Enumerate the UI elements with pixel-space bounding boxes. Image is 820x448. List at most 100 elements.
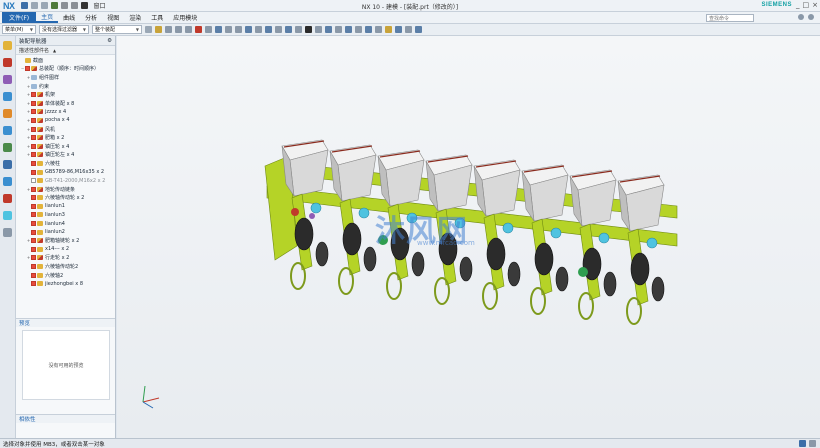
visibility-checkbox[interactable] — [31, 203, 36, 209]
tab-view[interactable]: 视图 — [102, 12, 124, 23]
visibility-checkbox[interactable] — [31, 143, 36, 149]
snap-bounded-icon[interactable] — [265, 26, 272, 33]
gauge-wheel[interactable] — [578, 292, 594, 320]
clip-section-icon[interactable] — [415, 26, 422, 33]
gauge-wheel[interactable] — [530, 287, 546, 315]
tree-node[interactable]: GB-T41-2000,M16x2 x 2 — [16, 176, 115, 185]
cut-icon[interactable] — [50, 2, 58, 9]
visibility-checkbox[interactable] — [31, 100, 36, 106]
visibility-checkbox[interactable] — [31, 117, 36, 123]
tree-node[interactable]: + 单体装配 x 8 — [16, 99, 115, 108]
triad-x-axis[interactable] — [142, 397, 160, 403]
orient-view-icon[interactable] — [355, 26, 362, 33]
selection-scope-dropdown[interactable]: 整个装配 ▼ — [92, 25, 142, 34]
snap-center-icon[interactable] — [215, 26, 222, 33]
copy-icon[interactable] — [60, 2, 68, 9]
save-icon[interactable] — [20, 2, 28, 9]
nx-logo[interactable]: NX — [3, 1, 15, 11]
tab-applications[interactable]: 应用模块 — [168, 12, 202, 23]
tree-node[interactable]: + 约束 — [16, 82, 115, 91]
opener-disc[interactable] — [630, 252, 650, 286]
selection-mode-icon[interactable] — [809, 440, 816, 447]
tree-node[interactable]: + 组件图样 — [16, 73, 115, 82]
gauge-wheel[interactable] — [482, 282, 498, 310]
purple-bearing[interactable] — [309, 213, 315, 219]
snap-end-icon[interactable] — [175, 26, 182, 33]
clock-icon[interactable] — [3, 160, 12, 169]
settings-icon[interactable] — [3, 228, 12, 237]
undo-icon[interactable] — [30, 2, 38, 9]
process-studio-icon[interactable] — [3, 177, 12, 186]
tab-home[interactable]: 主页 — [36, 12, 59, 23]
tab-tools[interactable]: 工具 — [146, 12, 168, 23]
visibility-checkbox[interactable] — [31, 229, 36, 235]
tree-node[interactable]: + 肥箱 x 2 — [16, 133, 115, 142]
green-gear[interactable] — [578, 267, 588, 277]
tree-node[interactable]: + 风机 — [16, 125, 115, 134]
hd3d-tools-icon[interactable] — [3, 109, 12, 118]
visibility-checkbox[interactable] — [31, 169, 36, 175]
press-wheel[interactable] — [651, 276, 665, 302]
visibility-checkbox[interactable] — [31, 178, 36, 184]
tree-node[interactable]: 六棱轴2 — [16, 271, 115, 280]
snap-face-icon[interactable] — [245, 26, 252, 33]
tree-node[interactable]: + 肥箱轴链轮 x 2 — [16, 236, 115, 245]
tree-node[interactable]: + 镇压轮左 x 4 — [16, 151, 115, 160]
visibility-checkbox[interactable] — [31, 186, 36, 192]
visibility-checkbox[interactable] — [31, 221, 36, 227]
seed-meter[interactable] — [598, 232, 610, 244]
tree-node[interactable]: + 地轮传动链条 — [16, 185, 115, 194]
tree-node[interactable]: lianlun1 — [16, 202, 115, 211]
press-wheel[interactable] — [603, 271, 617, 297]
press-wheel[interactable] — [459, 256, 473, 282]
tree-node[interactable]: GB5789-86,M16x35 x 2 — [16, 168, 115, 177]
minimize-button[interactable]: _ — [796, 1, 800, 9]
column-header[interactable]: 描述性部件名 ▲ — [16, 46, 115, 55]
part-navigator-icon[interactable] — [3, 75, 12, 84]
press-wheel[interactable] — [411, 251, 425, 277]
visibility-checkbox[interactable] — [31, 195, 36, 201]
preview-section-header[interactable]: 预览 — [16, 318, 115, 327]
visibility-checkbox[interactable] — [31, 212, 36, 218]
snap-quadrant-icon[interactable] — [225, 26, 232, 33]
snap-curve-icon[interactable] — [255, 26, 262, 33]
filter-reset-icon[interactable] — [145, 26, 152, 33]
visibility-checkbox[interactable] — [31, 255, 36, 261]
snap-plus-icon[interactable] — [325, 26, 332, 33]
visibility-checkbox[interactable] — [31, 264, 36, 270]
graphics-window[interactable]: 沐风网 www.mfcad.com — [117, 36, 820, 438]
show-hide-icon[interactable] — [405, 26, 412, 33]
tree-node[interactable]: + 行走轮 x 2 — [16, 254, 115, 263]
press-wheel[interactable] — [315, 241, 329, 267]
command-search-input[interactable]: 查找命令 — [706, 14, 754, 22]
visibility-checkbox[interactable] — [31, 281, 36, 287]
visibility-checkbox[interactable] — [31, 238, 36, 244]
snap-existing-icon[interactable] — [235, 26, 242, 33]
settings-icon[interactable]: ⚙ — [107, 38, 112, 44]
snap-intersection-icon[interactable] — [205, 26, 212, 33]
visibility-checkbox[interactable] — [31, 272, 36, 278]
seed-meter[interactable] — [358, 207, 370, 219]
ribbon-options-icon[interactable] — [808, 14, 814, 20]
seed-meter[interactable] — [310, 202, 322, 214]
visibility-checkbox[interactable] — [31, 160, 36, 166]
assembly-navigator-icon[interactable] — [3, 41, 12, 50]
snap-perpendicular-icon[interactable] — [315, 26, 322, 33]
help-icon[interactable] — [798, 14, 804, 20]
select-all-icon[interactable] — [155, 26, 162, 33]
tree-node[interactable]: 截面 — [16, 56, 115, 65]
web-browser-icon[interactable] — [3, 126, 12, 135]
visibility-checkbox[interactable] — [31, 152, 36, 158]
redo-icon[interactable] — [40, 2, 48, 9]
gauge-wheel[interactable] — [290, 262, 306, 290]
press-wheel[interactable] — [555, 266, 569, 292]
opener-disc[interactable] — [294, 217, 314, 251]
seed-meter[interactable] — [646, 237, 658, 249]
seeder-assembly-model[interactable] — [117, 36, 820, 438]
zoom-icon[interactable] — [375, 26, 382, 33]
tree-node[interactable]: x14--- x 2 — [16, 245, 115, 254]
visibility-checkbox[interactable] — [31, 246, 36, 252]
roles-icon[interactable] — [3, 194, 12, 203]
snap-point-icon[interactable] — [165, 26, 172, 33]
close-button[interactable]: × — [812, 1, 818, 9]
